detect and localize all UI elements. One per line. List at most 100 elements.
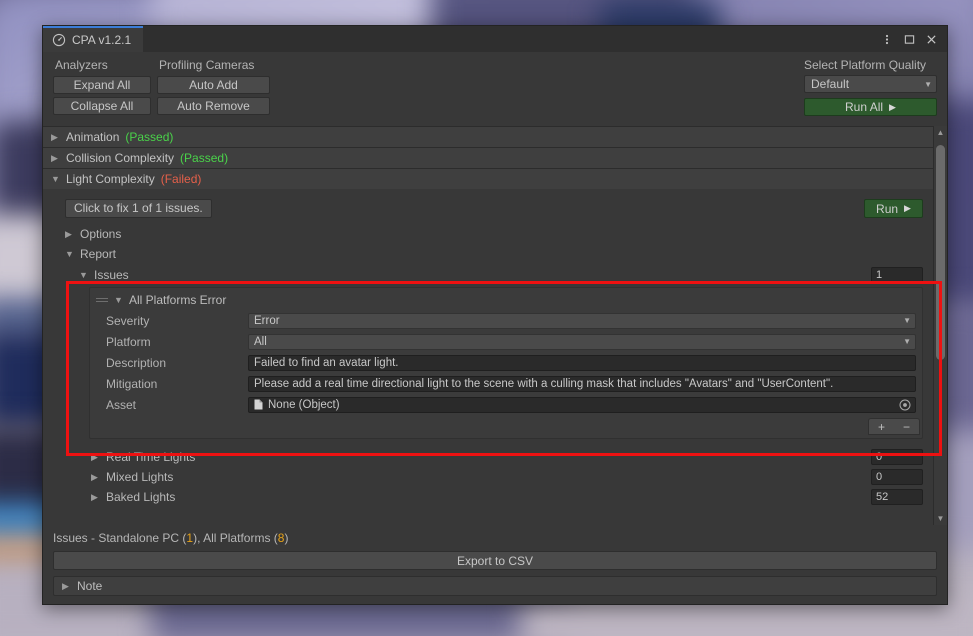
issue-item-header[interactable]: ▼ All Platforms Error bbox=[90, 290, 922, 310]
summary-suffix: ) bbox=[284, 531, 289, 545]
scroll-down-arrow-icon[interactable]: ▼ bbox=[937, 512, 945, 525]
property-row-mitigation: Mitigation Please add a real time direct… bbox=[90, 373, 922, 394]
tab-label: CPA v1.2.1 bbox=[72, 33, 132, 47]
analyzers-label: Analyzers bbox=[55, 58, 108, 72]
maximize-icon[interactable] bbox=[899, 28, 919, 50]
document-icon bbox=[254, 399, 263, 410]
analyzer-row-animation[interactable]: ▶ Animation (Passed) bbox=[43, 126, 933, 147]
count-value-field[interactable]: 0 bbox=[871, 469, 923, 485]
object-picker-icon[interactable] bbox=[899, 399, 911, 411]
severity-value: Error bbox=[254, 314, 280, 327]
issue-title: All Platforms Error bbox=[129, 293, 227, 307]
analyzer-row-light-complexity[interactable]: ▼ Light Complexity (Failed) bbox=[43, 168, 933, 189]
fix-and-run-row: Click to fix 1 of 1 issues. Run ▶ bbox=[43, 195, 933, 218]
scrollbar-track[interactable] bbox=[934, 139, 947, 512]
run-button[interactable]: Run ▶ bbox=[864, 199, 923, 218]
options-foldout[interactable]: ▶ Options bbox=[43, 224, 933, 244]
window-tabbar: CPA v1.2.1 bbox=[43, 26, 947, 52]
platform-quality-dropdown[interactable]: Default ▼ bbox=[804, 75, 937, 93]
chevron-down-icon: ▼ bbox=[51, 174, 60, 184]
close-icon[interactable] bbox=[921, 28, 941, 50]
chevron-down-icon: ▼ bbox=[924, 79, 932, 89]
auto-add-button[interactable]: Auto Add bbox=[157, 76, 270, 94]
profiling-cameras-group: Profiling Cameras Auto Add Auto Remove bbox=[157, 58, 277, 118]
summary-middle: ), All Platforms ( bbox=[193, 531, 278, 545]
issues-count-field[interactable]: 1 bbox=[871, 266, 923, 283]
report-label: Report bbox=[80, 247, 117, 261]
chevron-down-icon: ▼ bbox=[114, 295, 123, 305]
count-row-mixed-lights[interactable]: ▶ Mixed Lights 0 bbox=[43, 467, 933, 487]
run-all-label: Run All bbox=[845, 100, 884, 114]
asset-object-field[interactable]: None (Object) bbox=[248, 396, 916, 413]
property-row-platform: Platform All ▼ bbox=[90, 331, 922, 352]
scrollbar-thumb[interactable] bbox=[936, 145, 945, 360]
export-to-csv-button[interactable]: Export to CSV bbox=[53, 551, 937, 570]
chevron-right-icon: ▶ bbox=[65, 228, 72, 239]
report-foldout[interactable]: ▼ Report bbox=[43, 244, 933, 264]
toolbar: Analyzers Expand All Collapse All Profil… bbox=[43, 52, 947, 126]
property-row-description: Description Failed to find an avatar lig… bbox=[90, 352, 922, 373]
description-input[interactable]: Failed to find an avatar light. bbox=[248, 354, 916, 371]
count-label: Mixed Lights bbox=[106, 470, 174, 484]
count-value-field[interactable]: 0 bbox=[871, 449, 923, 465]
mitigation-input[interactable]: Please add a real time directional light… bbox=[248, 375, 916, 392]
property-label: Mitigation bbox=[106, 376, 158, 391]
platform-quality-label: Select Platform Quality bbox=[804, 58, 927, 72]
count-row-baked-lights[interactable]: ▶ Baked Lights 52 bbox=[43, 487, 933, 507]
severity-dropdown[interactable]: Error ▼ bbox=[248, 312, 916, 329]
issues-foldout[interactable]: ▼ Issues 1 bbox=[43, 264, 933, 285]
property-label: Platform bbox=[106, 334, 151, 349]
analyzers-group: Analyzers Expand All Collapse All bbox=[53, 58, 157, 118]
drag-handle-icon[interactable] bbox=[96, 295, 108, 305]
gauge-icon bbox=[52, 33, 66, 47]
chevron-down-icon: ▼ bbox=[79, 269, 88, 280]
property-row-severity: Severity Error ▼ bbox=[90, 310, 922, 331]
add-issue-button[interactable]: + bbox=[878, 420, 885, 434]
run-all-button[interactable]: Run All ▶ bbox=[804, 98, 937, 116]
click-to-fix-button[interactable]: Click to fix 1 of 1 issues. bbox=[65, 199, 212, 218]
chevron-down-icon: ▼ bbox=[903, 337, 911, 346]
platform-quality-value: Default bbox=[811, 77, 850, 91]
kebab-menu-icon[interactable] bbox=[877, 28, 897, 50]
vertical-scrollbar[interactable]: ▲ ▼ bbox=[933, 126, 947, 525]
remove-issue-button[interactable]: − bbox=[903, 420, 910, 434]
options-label: Options bbox=[80, 227, 122, 241]
property-row-asset: Asset None (Object) bbox=[90, 394, 922, 415]
count-label: Baked Lights bbox=[106, 490, 176, 504]
chevron-down-icon: ▼ bbox=[65, 249, 74, 259]
asset-value: None (Object) bbox=[268, 398, 340, 411]
note-label: Note bbox=[77, 579, 103, 593]
platform-quality-group: Select Platform Quality Default ▼ Run Al… bbox=[804, 58, 937, 116]
scroll-region: ▶ Animation (Passed) ▶ Collision Complex… bbox=[43, 126, 947, 525]
chevron-right-icon: ▶ bbox=[62, 580, 69, 591]
issue-list-controls: + − bbox=[90, 415, 922, 438]
platform-dropdown[interactable]: All ▼ bbox=[248, 333, 916, 350]
chevron-right-icon: ▶ bbox=[51, 152, 58, 163]
issue-list-box: ▼ All Platforms Error Severity Error ▼ P… bbox=[89, 287, 923, 439]
analyzer-name: Light Complexity bbox=[66, 172, 155, 186]
issues-label: Issues bbox=[94, 267, 129, 282]
play-icon: ▶ bbox=[889, 101, 896, 112]
analyzer-status: (Passed) bbox=[180, 151, 229, 165]
analyzer-name: Collision Complexity bbox=[66, 151, 175, 165]
analyzer-status: (Passed) bbox=[125, 130, 174, 144]
count-value-field[interactable]: 52 bbox=[871, 489, 923, 505]
property-label: Severity bbox=[106, 313, 150, 328]
light-complexity-body: Click to fix 1 of 1 issues. Run ▶ ▶ Opti… bbox=[43, 189, 933, 507]
expand-all-button[interactable]: Expand All bbox=[53, 76, 151, 94]
analyzer-name: Animation bbox=[66, 130, 120, 144]
note-foldout[interactable]: ▶ Note bbox=[53, 576, 937, 596]
summary-prefix: Issues - Standalone PC ( bbox=[53, 531, 187, 545]
analyzer-status: (Failed) bbox=[160, 172, 202, 186]
footer: Issues - Standalone PC (1), All Platform… bbox=[43, 525, 947, 604]
scroll-up-arrow-icon[interactable]: ▲ bbox=[937, 126, 945, 139]
collapse-all-button[interactable]: Collapse All bbox=[53, 97, 151, 115]
platform-value: All bbox=[254, 335, 267, 348]
profiling-cameras-label: Profiling Cameras bbox=[159, 58, 255, 72]
chevron-right-icon: ▶ bbox=[91, 491, 98, 502]
count-row-real-time-lights[interactable]: ▶ Real Time Lights 0 bbox=[43, 447, 933, 467]
tab-cpa[interactable]: CPA v1.2.1 bbox=[43, 26, 144, 52]
analyzer-row-collision-complexity[interactable]: ▶ Collision Complexity (Passed) bbox=[43, 147, 933, 168]
run-label: Run bbox=[876, 201, 899, 216]
auto-remove-button[interactable]: Auto Remove bbox=[157, 97, 270, 115]
